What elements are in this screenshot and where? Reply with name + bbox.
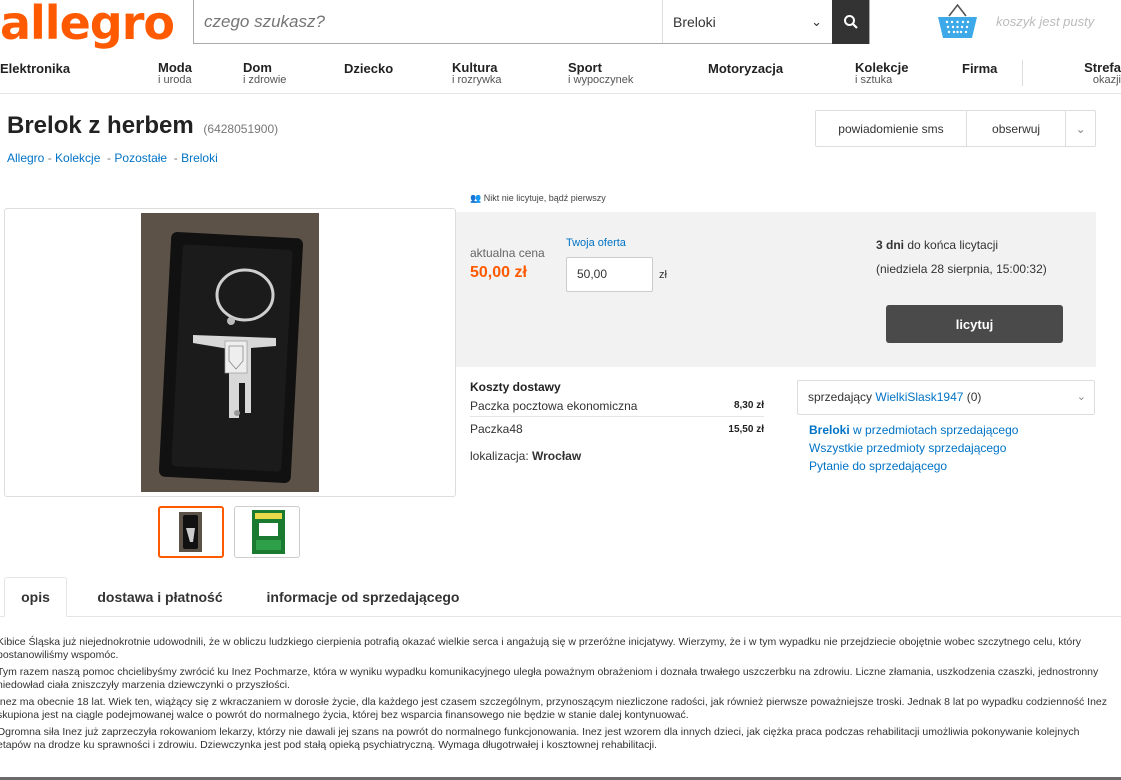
nav-firma[interactable]: Firma [962, 62, 997, 75]
seller-all-items-link[interactable]: Wszystkie przedmioty sprzedającego [809, 441, 1006, 455]
chevron-down-icon: ⌄ [1075, 121, 1086, 136]
price-label: aktualna cena [470, 246, 545, 260]
thumbnail-2[interactable] [234, 506, 300, 558]
sms-notification-button[interactable]: powiadomienie sms [816, 111, 967, 146]
action-buttons: powiadomienie sms obserwuj ⌄ [815, 110, 1096, 147]
breadcrumb-pozostale[interactable]: Pozostałe [114, 151, 167, 165]
bid-button[interactable]: licytuj [886, 305, 1063, 343]
category-select[interactable]: Breloki ⌄ [662, 0, 832, 43]
time-left: 3 dni do końca licytacji [876, 238, 999, 252]
description-paragraph: Inez ma obecnie 18 lat. Wiek ten, wiążąc… [0, 696, 1108, 721]
thumbnail-1[interactable] [158, 506, 224, 558]
shipping-option: Paczka pocztowa ekonomiczna 8,30 zł [470, 395, 764, 417]
nav-divider [1022, 60, 1023, 86]
nav-sport[interactable]: Sport i wypoczynek [568, 61, 633, 86]
watch-dropdown-button[interactable]: ⌄ [1066, 111, 1095, 146]
currency-label: zł [659, 269, 667, 281]
search-button[interactable] [832, 0, 869, 44]
main-image-box[interactable] [4, 208, 456, 497]
search-icon [843, 15, 858, 29]
category-nav: Elektronika Moda i uroda Dom i zdrowie Dzi… [0, 56, 1121, 94]
nav-dziecko[interactable]: Dziecko [344, 62, 393, 75]
seller-dropdown[interactable]: sprzedający WielkiSlask1947 (0) ⌄ [797, 380, 1095, 415]
offer-label: Twoja oferta [566, 237, 626, 249]
description-paragraph: Tym razem naszą pomoc chcielibyśmy zwróc… [0, 666, 1099, 691]
nav-motoryzacja[interactable]: Motoryzacja [708, 62, 783, 75]
nav-kolekcje[interactable]: Kolekcje i sztuka [855, 61, 908, 86]
shipping-title: Koszty dostawy [470, 380, 561, 394]
search-bar: Breloki ⌄ [193, 0, 870, 44]
seller-name-link[interactable]: WielkiSlask1947 [875, 390, 963, 404]
breadcrumb: Allegro - Kolekcje - Pozostałe - Breloki [7, 151, 218, 165]
breadcrumb-kolekcje[interactable]: Kolekcje [55, 151, 100, 165]
ask-seller-link[interactable]: Pytanie do sprzedającego [809, 459, 947, 473]
breadcrumb-allegro[interactable]: Allegro [7, 151, 44, 165]
users-icon: 👥 [470, 193, 482, 203]
nav-moda[interactable]: Moda i uroda [158, 61, 192, 86]
basket-icon[interactable] [935, 2, 980, 42]
shipping-option: Paczka48 15,50 zł [470, 422, 764, 436]
auction-end-date: (niedziela 28 sierpnia, 15:00:32) [876, 262, 1047, 276]
product-photo [141, 213, 319, 492]
nav-strefa-okazji[interactable]: Strefa okazji [1064, 61, 1121, 86]
chevron-down-icon: ⌄ [811, 13, 822, 29]
tab-opis[interactable]: opis [4, 577, 67, 617]
shipping-costs: Koszty dostawy Paczka pocztowa ekonomicz… [456, 367, 780, 467]
tab-informacje[interactable]: informacje od sprzedającego [253, 577, 473, 617]
watch-button[interactable]: obserwuj [967, 111, 1067, 146]
seller-category-link[interactable]: Breloki w przedmiotach sprzedającego [809, 423, 1018, 437]
page-title: Brelok z herbem (6428051900) [7, 112, 279, 139]
description-paragraph: Ogromna siła Inez już zaprzeczyła rokowa… [0, 726, 1080, 751]
cart-status[interactable]: koszyk jest pusty [996, 14, 1094, 29]
tab-dostawa[interactable]: dostawa i płatność [80, 577, 240, 617]
nav-kultura[interactable]: Kultura i rozrywka [452, 61, 502, 86]
nav-dom[interactable]: Dom i zdrowie [243, 61, 286, 86]
search-input[interactable] [194, 0, 662, 43]
no-bids-info: 👥 Nikt nie licytuje, bądź pierwszy [470, 193, 606, 203]
current-price: 50,00 zł [470, 264, 527, 281]
offer-input[interactable]: 50,00 [566, 257, 653, 292]
nav-elektronika[interactable]: Elektronika [0, 62, 70, 75]
bid-panel: aktualna cena 50,00 zł Twoja oferta 50,0… [456, 212, 1096, 367]
chevron-down-icon: ⌄ [1076, 391, 1086, 403]
category-select-value: Breloki [673, 13, 716, 30]
tabs: opis dostawa i płatność informacje od sp… [0, 577, 1121, 617]
description: Kibice Śląska już niejednokrotnie udowod… [0, 636, 1115, 756]
allegro-logo[interactable]: allegro [0, 0, 175, 50]
location: lokalizacja: Wrocław [470, 449, 582, 463]
item-id: (6428051900) [203, 122, 279, 136]
description-paragraph: Kibice Śląska już niejednokrotnie udowod… [0, 636, 1081, 661]
breadcrumb-breloki[interactable]: Breloki [181, 151, 218, 165]
